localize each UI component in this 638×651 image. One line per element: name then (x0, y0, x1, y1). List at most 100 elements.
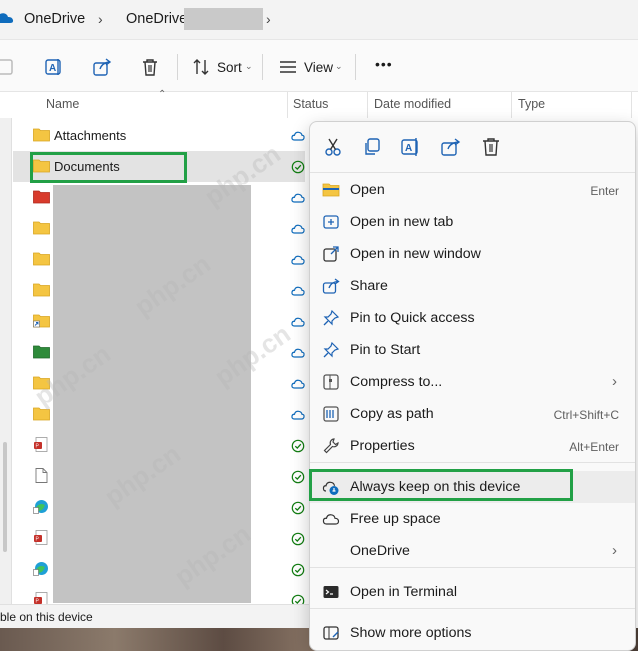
green-folder-icon (33, 344, 50, 359)
chevron-right-icon: › (612, 542, 617, 559)
pdf-icon: P (33, 437, 50, 452)
menu-item-label: OneDrive (350, 543, 410, 559)
pin-icon (322, 309, 340, 327)
sort-icon[interactable] (191, 57, 211, 77)
synced-status-icon (291, 439, 305, 453)
folder-icon (33, 406, 50, 421)
menu-item-copy-as-path[interactable]: Copy as path Ctrl+Shift+C (310, 398, 635, 430)
separator (262, 54, 263, 80)
column-divider (367, 92, 368, 118)
menu-divider (310, 608, 635, 609)
scrollbar-thumb[interactable] (3, 442, 7, 552)
breadcrumb-current[interactable]: OneDrive (126, 11, 187, 27)
new-window-icon (322, 245, 340, 263)
separator (355, 54, 356, 80)
delete-icon[interactable] (480, 136, 502, 158)
new-icon[interactable] (0, 57, 16, 77)
share-icon[interactable] (440, 136, 462, 158)
menu-item-open-in-new-window[interactable]: Open in new window (310, 238, 635, 270)
delete-icon[interactable] (140, 57, 160, 77)
menu-item-share[interactable]: Share (310, 270, 635, 302)
more-options-button[interactable]: ••• (375, 56, 393, 72)
folder-icon (33, 251, 50, 266)
edge-icon (33, 561, 50, 576)
rename-icon[interactable]: A (44, 57, 64, 77)
pdf-icon: P (33, 530, 50, 545)
svg-text:A: A (49, 63, 56, 74)
menu-item-label: Open in new window (350, 246, 481, 262)
menu-divider (310, 567, 635, 568)
file-icon (33, 468, 50, 483)
column-divider (511, 92, 512, 118)
copy-icon[interactable] (361, 136, 383, 158)
folder-icon (33, 282, 50, 297)
menu-item-pin-to-quick-access[interactable]: Pin to Quick access (310, 302, 635, 334)
more-options-icon (322, 624, 340, 642)
menu-item-compress-to[interactable]: Compress to... › (310, 366, 635, 398)
folder-icon (33, 220, 50, 235)
menu-item-pin-to-start[interactable]: Pin to Start (310, 334, 635, 366)
cloud-status-icon (291, 346, 305, 360)
address-bar[interactable]: OneDrive › OneDrive › (0, 0, 638, 40)
synced-status-icon (291, 563, 305, 577)
column-name[interactable]: Name (46, 97, 79, 111)
file-row[interactable]: Attachments (13, 120, 305, 151)
share-icon (322, 277, 340, 295)
file-name: Attachments (54, 128, 127, 143)
svg-text:A: A (405, 143, 412, 154)
terminal-icon (322, 583, 340, 601)
wrench-icon (322, 437, 340, 455)
cloud-status-icon (291, 408, 305, 422)
breadcrumb-onedrive[interactable]: OneDrive (24, 11, 85, 27)
menu-item-label: Pin to Start (350, 342, 421, 358)
menu-item-label: Properties (350, 438, 415, 454)
sort-button[interactable]: Sort (217, 60, 242, 75)
column-date-modified[interactable]: Date modified (374, 97, 451, 111)
menu-item-open[interactable]: Open Enter (310, 174, 635, 206)
rename-icon[interactable]: A (400, 136, 422, 158)
sort-ascending-icon: ⌃ (158, 89, 167, 100)
cloud-status-icon (291, 191, 305, 205)
column-status[interactable]: Status (293, 97, 328, 111)
synced-status-icon (291, 501, 305, 515)
cloud-status-icon (291, 222, 305, 236)
cloud-status-icon (291, 253, 305, 267)
status-text: ble on this device (0, 610, 93, 624)
menu-item-properties[interactable]: Properties Alt+Enter (310, 430, 635, 462)
share-icon[interactable] (92, 57, 112, 77)
view-button[interactable]: View (304, 60, 333, 75)
chevron-right-icon: › (266, 11, 271, 27)
view-icon[interactable] (278, 57, 298, 77)
cloud-status-icon (291, 129, 305, 143)
menu-item-open-in-terminal[interactable]: Open in Terminal (310, 576, 635, 608)
menu-item-free-up-space[interactable]: Free up space (310, 503, 635, 535)
command-bar: A Sort ⌄ View ⌄ ••• (0, 40, 638, 92)
edge-icon (33, 499, 50, 514)
highlight-box (309, 469, 573, 501)
menu-item-label: Open in Terminal (350, 584, 457, 600)
cloud-icon (322, 510, 340, 528)
cut-icon[interactable] (322, 136, 344, 158)
menu-item-label: Show more options (350, 625, 472, 641)
redacted-path (184, 8, 263, 30)
menu-item-onedrive[interactable]: OneDrive › (310, 535, 635, 567)
folder-open-icon (322, 181, 340, 199)
cloud-status-icon (291, 284, 305, 298)
column-divider (287, 92, 288, 118)
folder-icon (33, 375, 50, 390)
column-type[interactable]: Type (518, 97, 545, 111)
navigation-pane (0, 92, 12, 612)
chevron-down-icon: ⌄ (335, 61, 343, 71)
synced-status-icon (291, 532, 305, 546)
menu-divider (310, 462, 635, 463)
menu-item-open-in-new-tab[interactable]: Open in new tab (310, 206, 635, 238)
chevron-down-icon: ⌄ (245, 61, 253, 71)
status-bar: ble on this device (0, 604, 310, 628)
context-menu: A Open Enter Open in new tab Open in new wi… (309, 121, 636, 651)
menu-item-shortcut: Ctrl+Shift+C (553, 408, 619, 422)
column-header: ⌃ Name Status Date modified Type (0, 89, 638, 118)
menu-item-show-more-options[interactable]: Show more options (310, 617, 635, 649)
redacted-filenames (53, 185, 251, 603)
cloud-status-icon (291, 315, 305, 329)
menu-item-label: Share (350, 278, 388, 294)
